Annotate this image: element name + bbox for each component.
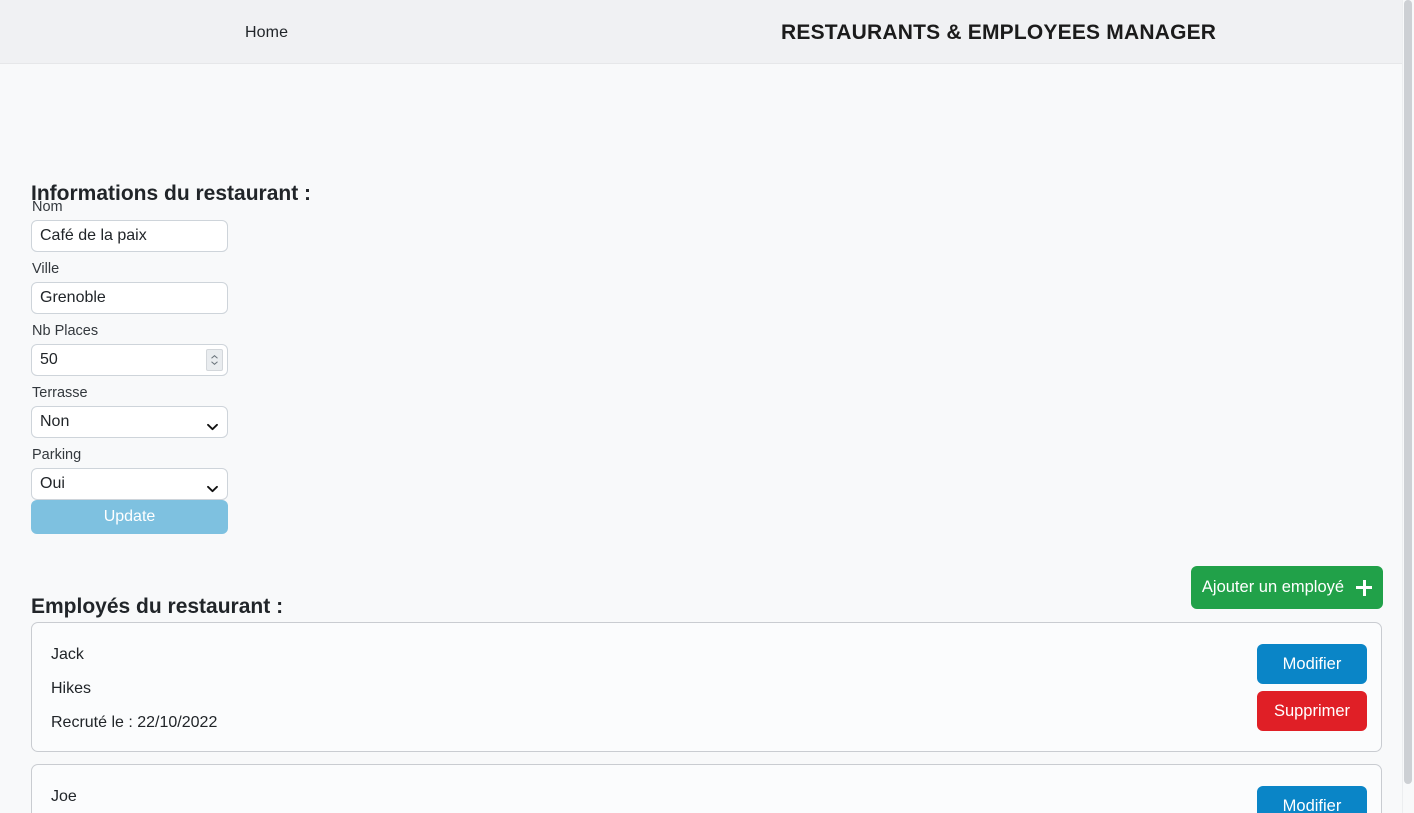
input-nb-places[interactable]: [31, 344, 228, 376]
field-nb-places: Nb Places: [31, 322, 231, 376]
add-employee-label: Ajouter un employé: [1201, 578, 1345, 596]
select-wrapper-parking: [31, 468, 228, 500]
page-title: RESTAURANTS & EMPLOYEES MANAGER: [781, 21, 1217, 44]
label-terrasse: Terrasse: [32, 385, 88, 401]
field-parking: Parking: [31, 446, 231, 500]
vertical-scrollbar[interactable]: [1402, 0, 1414, 813]
chevron-down-icon[interactable]: [211, 361, 218, 365]
browser-viewport: Home RESTAURANTS & EMPLOYEES MANAGER Inf…: [0, 0, 1414, 813]
employees-section-heading: Employés du restaurant :: [31, 595, 284, 619]
navbar: Home RESTAURANTS & EMPLOYEES MANAGER: [0, 0, 1402, 64]
employee-hired-date: Recruté le : 22/10/2022: [51, 714, 218, 731]
chevron-up-icon[interactable]: [211, 355, 218, 359]
label-nom: Nom: [32, 199, 63, 215]
employee-info: Joe Alburn Recruté le : 02/02/2018: [51, 786, 217, 813]
number-stepper[interactable]: [206, 349, 223, 371]
scrollbar-thumb[interactable]: [1404, 0, 1412, 784]
employee-card: Jack Hikes Recruté le : 22/10/2022 Modif…: [31, 622, 1382, 752]
field-nom: Nom: [31, 198, 231, 252]
input-nom[interactable]: [31, 220, 228, 252]
select-terrasse[interactable]: [31, 406, 228, 438]
edit-employee-button[interactable]: Modifier: [1257, 644, 1367, 684]
plus-icon: [1356, 579, 1373, 596]
employee-card: Joe Alburn Recruté le : 02/02/2018 Modif…: [31, 764, 1382, 813]
select-wrapper-terrasse: [31, 406, 228, 438]
label-parking: Parking: [32, 447, 82, 463]
employee-info: Jack Hikes Recruté le : 22/10/2022: [51, 644, 217, 734]
employee-first-name: Jack: [51, 646, 84, 663]
edit-employee-button[interactable]: Modifier: [1257, 786, 1367, 813]
page-root: Home RESTAURANTS & EMPLOYEES MANAGER Inf…: [0, 0, 1402, 813]
field-terrasse: Terrasse: [31, 384, 231, 438]
field-ville: Ville: [31, 260, 231, 314]
number-input-wrapper: [31, 344, 228, 376]
label-ville: Ville: [32, 261, 60, 277]
update-button[interactable]: Update: [31, 500, 228, 534]
label-nb-places: Nb Places: [32, 323, 99, 339]
input-ville[interactable]: [31, 282, 228, 314]
employee-actions: Modifier Supprimer: [1257, 786, 1367, 813]
restaurant-form: Nom Ville Nb Places: [31, 198, 231, 500]
employee-last-name: Hikes: [51, 680, 92, 697]
employee-actions: Modifier Supprimer: [1257, 644, 1367, 731]
add-employee-button[interactable]: Ajouter un employé: [1191, 566, 1383, 609]
delete-employee-button[interactable]: Supprimer: [1257, 691, 1367, 731]
employee-first-name: Joe: [51, 788, 77, 805]
nav-link-home[interactable]: Home: [245, 22, 288, 44]
select-parking[interactable]: [31, 468, 228, 500]
